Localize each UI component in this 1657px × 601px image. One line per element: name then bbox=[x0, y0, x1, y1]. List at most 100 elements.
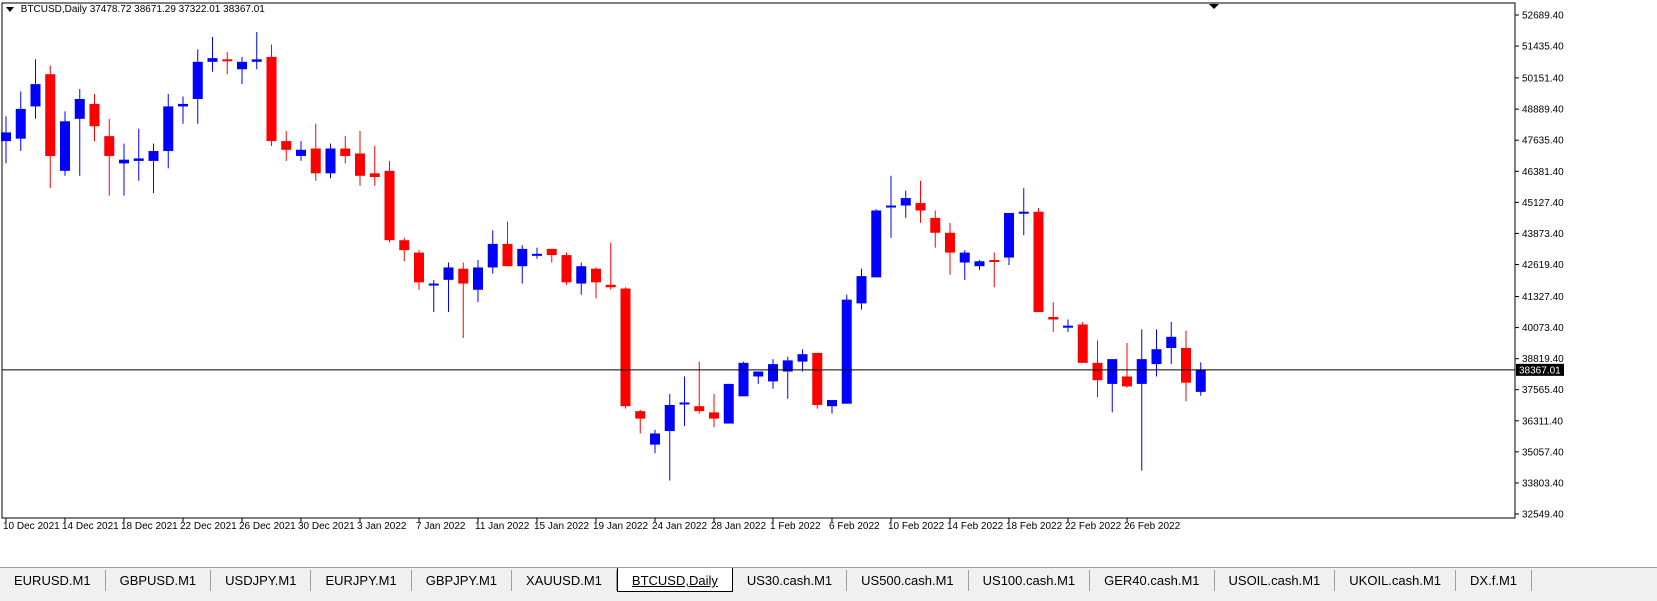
tab-usdjpy-m1[interactable]: USDJPY.M1 bbox=[211, 570, 312, 591]
candle bbox=[605, 242, 616, 290]
tab-us500-cash-m1[interactable]: US500.cash.M1 bbox=[847, 570, 969, 591]
candle bbox=[1063, 319, 1073, 332]
candle-body bbox=[709, 412, 719, 419]
candle bbox=[45, 65, 56, 189]
x-tick-label: 24 Jan 2022 bbox=[652, 521, 707, 532]
candle bbox=[266, 44, 277, 147]
candle bbox=[473, 260, 483, 303]
x-tick-label: 15 Jan 2022 bbox=[534, 521, 589, 532]
candle-body bbox=[915, 203, 926, 211]
candle-body bbox=[163, 106, 174, 152]
tab-gbpjpy-m1[interactable]: GBPJPY.M1 bbox=[412, 570, 513, 591]
candle bbox=[369, 146, 380, 186]
candle-body bbox=[1077, 324, 1088, 363]
dropdown-arrow-icon[interactable] bbox=[6, 6, 14, 12]
candle-body bbox=[812, 352, 823, 405]
candle-body bbox=[1195, 369, 1206, 392]
x-tick-label: 14 Feb 2022 bbox=[947, 521, 1004, 532]
tab-us100-cash-m1[interactable]: US100.cash.M1 bbox=[969, 570, 1091, 591]
plot-area[interactable] bbox=[1, 2, 1516, 519]
candle bbox=[517, 245, 528, 284]
candle-body bbox=[797, 354, 808, 362]
candle bbox=[679, 376, 690, 427]
candle-body bbox=[1033, 211, 1044, 313]
candle-body bbox=[974, 261, 985, 267]
candle-body bbox=[650, 433, 660, 445]
candle bbox=[119, 143, 129, 196]
candle-body bbox=[886, 205, 896, 208]
y-tick-label: 48889.40 bbox=[1522, 105, 1564, 116]
tab-xauusd-m1[interactable]: XAUUSD.M1 bbox=[512, 570, 617, 591]
candle-body bbox=[89, 103, 100, 127]
candle-body bbox=[679, 402, 690, 405]
chart-window[interactable]: 52689.40 51435.40 50151.40 48889.40 47635.40… bbox=[0, 0, 1657, 567]
x-tick-label: 26 Feb 2022 bbox=[1124, 521, 1181, 532]
x-tick-label: 28 Jan 2022 bbox=[711, 521, 766, 532]
shift-marker-icon[interactable] bbox=[1209, 4, 1219, 9]
candle-body bbox=[827, 400, 837, 407]
candle bbox=[414, 250, 424, 290]
candle bbox=[1033, 207, 1044, 313]
candle-body bbox=[119, 159, 129, 164]
candle bbox=[1195, 362, 1206, 396]
candle-body bbox=[900, 198, 911, 206]
candle bbox=[384, 160, 395, 243]
candle bbox=[782, 356, 793, 399]
candle bbox=[222, 51, 233, 75]
candle bbox=[30, 59, 41, 119]
candle bbox=[532, 247, 542, 259]
symbol-tab-bar: EURUSD.M1 GBPUSD.M1 USDJPY.M1 EURJPY.M1 GBPJ… bbox=[0, 567, 1657, 601]
candle-body bbox=[753, 371, 764, 377]
candle-body bbox=[473, 267, 483, 290]
candle-body bbox=[222, 59, 233, 62]
candlestick-chart[interactable]: 52689.40 51435.40 50151.40 48889.40 47635.40… bbox=[0, 0, 1657, 567]
tab-ger40-cash-m1[interactable]: GER40.cash.M1 bbox=[1090, 570, 1215, 591]
candle-body bbox=[443, 267, 454, 280]
candle-body bbox=[237, 61, 247, 70]
tab-usoil-cash-m1[interactable]: USOIL.cash.M1 bbox=[1215, 570, 1336, 591]
symbol-info: BTCUSD,Daily 37478.72 38671.29 37322.01 … bbox=[6, 4, 265, 15]
candle bbox=[1004, 212, 1014, 265]
tab-us30-cash-m1[interactable]: US30.cash.M1 bbox=[733, 570, 848, 591]
candle bbox=[930, 210, 941, 248]
candle-body bbox=[841, 299, 852, 404]
candle-body bbox=[133, 158, 144, 161]
candle bbox=[900, 190, 911, 218]
tab-dx-f-m1[interactable]: DX.f.M1 bbox=[1456, 570, 1533, 591]
x-tick-label: 22 Dec 2021 bbox=[180, 521, 237, 532]
candle-body bbox=[723, 383, 734, 424]
x-tick-label: 26 Dec 2021 bbox=[239, 521, 296, 532]
candle-body bbox=[576, 266, 587, 284]
candle-body bbox=[104, 136, 115, 156]
tab-eurjpy-m1[interactable]: EURJPY.M1 bbox=[311, 570, 412, 591]
candle bbox=[399, 237, 410, 262]
y-tick-label: 38819.40 bbox=[1522, 354, 1564, 365]
candle-body bbox=[60, 121, 70, 171]
tab-btcusd-daily[interactable]: BTCUSD,Daily bbox=[616, 568, 733, 592]
candle-body bbox=[192, 61, 203, 99]
candle-body bbox=[945, 232, 955, 253]
candle bbox=[723, 383, 734, 424]
current-price-label: 38367.01 bbox=[1519, 365, 1561, 376]
tab-ukoil-cash-m1[interactable]: UKOIL.cash.M1 bbox=[1335, 570, 1457, 591]
candle bbox=[561, 252, 572, 285]
candle-body bbox=[296, 149, 306, 156]
candle-body bbox=[74, 98, 85, 119]
candle bbox=[1136, 329, 1147, 471]
ohlc-values: 37478.72 38671.29 37322.01 38367.01 bbox=[89, 4, 265, 15]
candle bbox=[856, 268, 867, 310]
candle bbox=[1166, 321, 1177, 365]
candle bbox=[133, 128, 144, 181]
x-tick-label: 1 Feb 2022 bbox=[770, 521, 821, 532]
candle bbox=[738, 361, 749, 397]
candle bbox=[871, 209, 882, 278]
candle bbox=[1092, 340, 1103, 398]
x-tick-label: 11 Jan 2022 bbox=[475, 521, 530, 532]
candle bbox=[1181, 330, 1191, 402]
candle bbox=[635, 409, 646, 434]
candle-body bbox=[458, 268, 469, 284]
y-tick-label: 32549.40 bbox=[1522, 510, 1564, 521]
tab-gbpusd-m1[interactable]: GBPUSD.M1 bbox=[106, 570, 212, 591]
tab-eurusd-m1[interactable]: EURUSD.M1 bbox=[0, 570, 106, 591]
candle bbox=[15, 91, 26, 152]
